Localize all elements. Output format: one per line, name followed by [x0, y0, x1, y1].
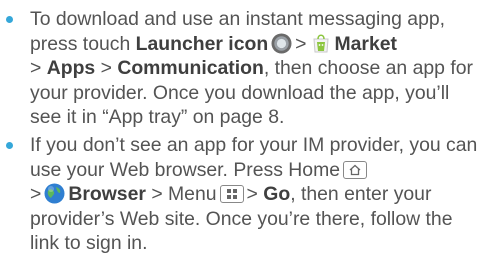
text-span: , then choose an app for [263, 57, 473, 80]
text-span: press touch [30, 32, 131, 55]
menu-label: Menu [168, 183, 217, 206]
separator: > [246, 183, 258, 206]
text-line: > Apps > Communication, then choose an a… [30, 56, 480, 81]
text-line: use your Web browser. Press Home [30, 158, 480, 183]
text-line: your provider. Once you download the app… [30, 81, 480, 106]
text-span: provider’s Web site. Once you’re there, … [30, 207, 453, 230]
text-line: If you don’t see an app for your IM prov… [30, 133, 480, 158]
separator: > [30, 183, 42, 206]
text-line: Browser>Browser > Menu> Go, then enter y… [30, 182, 480, 207]
separator: > [30, 57, 42, 80]
list-item: If you don’t see an app for your IM prov… [6, 133, 480, 256]
bullet-dot [6, 16, 13, 23]
text-span: see it in “App tray” on page 8. [30, 106, 285, 129]
text-line: To download and use an instant messaging… [30, 7, 480, 32]
separator: > [295, 32, 307, 55]
text-span: To download and use an instant messaging… [30, 8, 446, 30]
home-key-icon [343, 160, 368, 179]
list-item: To download and use an instant messaging… [6, 7, 480, 130]
browser-label: Browser [68, 183, 146, 206]
menu-key-icon [219, 185, 244, 204]
go-label: Go [263, 183, 291, 206]
launcher-label: Launcher icon [135, 32, 269, 55]
text-span: , then enter your [290, 183, 432, 206]
text-span: link to sign in. [30, 232, 148, 255]
market-label: Market [334, 32, 398, 55]
text-line: provider’s Web site. Once you’re there, … [30, 207, 480, 232]
separator: > [151, 183, 163, 206]
apps-label: Apps [46, 57, 96, 80]
bullet-dot [6, 142, 13, 149]
text-span: use your Web browser. Press Home [30, 158, 341, 181]
document-page: To download and use an instant messaging… [0, 0, 487, 254]
text-line: see it in “App tray” on page 8. [30, 105, 480, 130]
communication-label: Communication [117, 57, 264, 80]
text-line: press touch Launcher icon > Market [30, 32, 480, 57]
separator: > [100, 57, 112, 80]
text-span: If you don’t see an app for your IM prov… [30, 134, 478, 156]
text-line: link to sign in. [30, 231, 480, 256]
text-span: your provider. Once you download the app… [30, 81, 450, 104]
